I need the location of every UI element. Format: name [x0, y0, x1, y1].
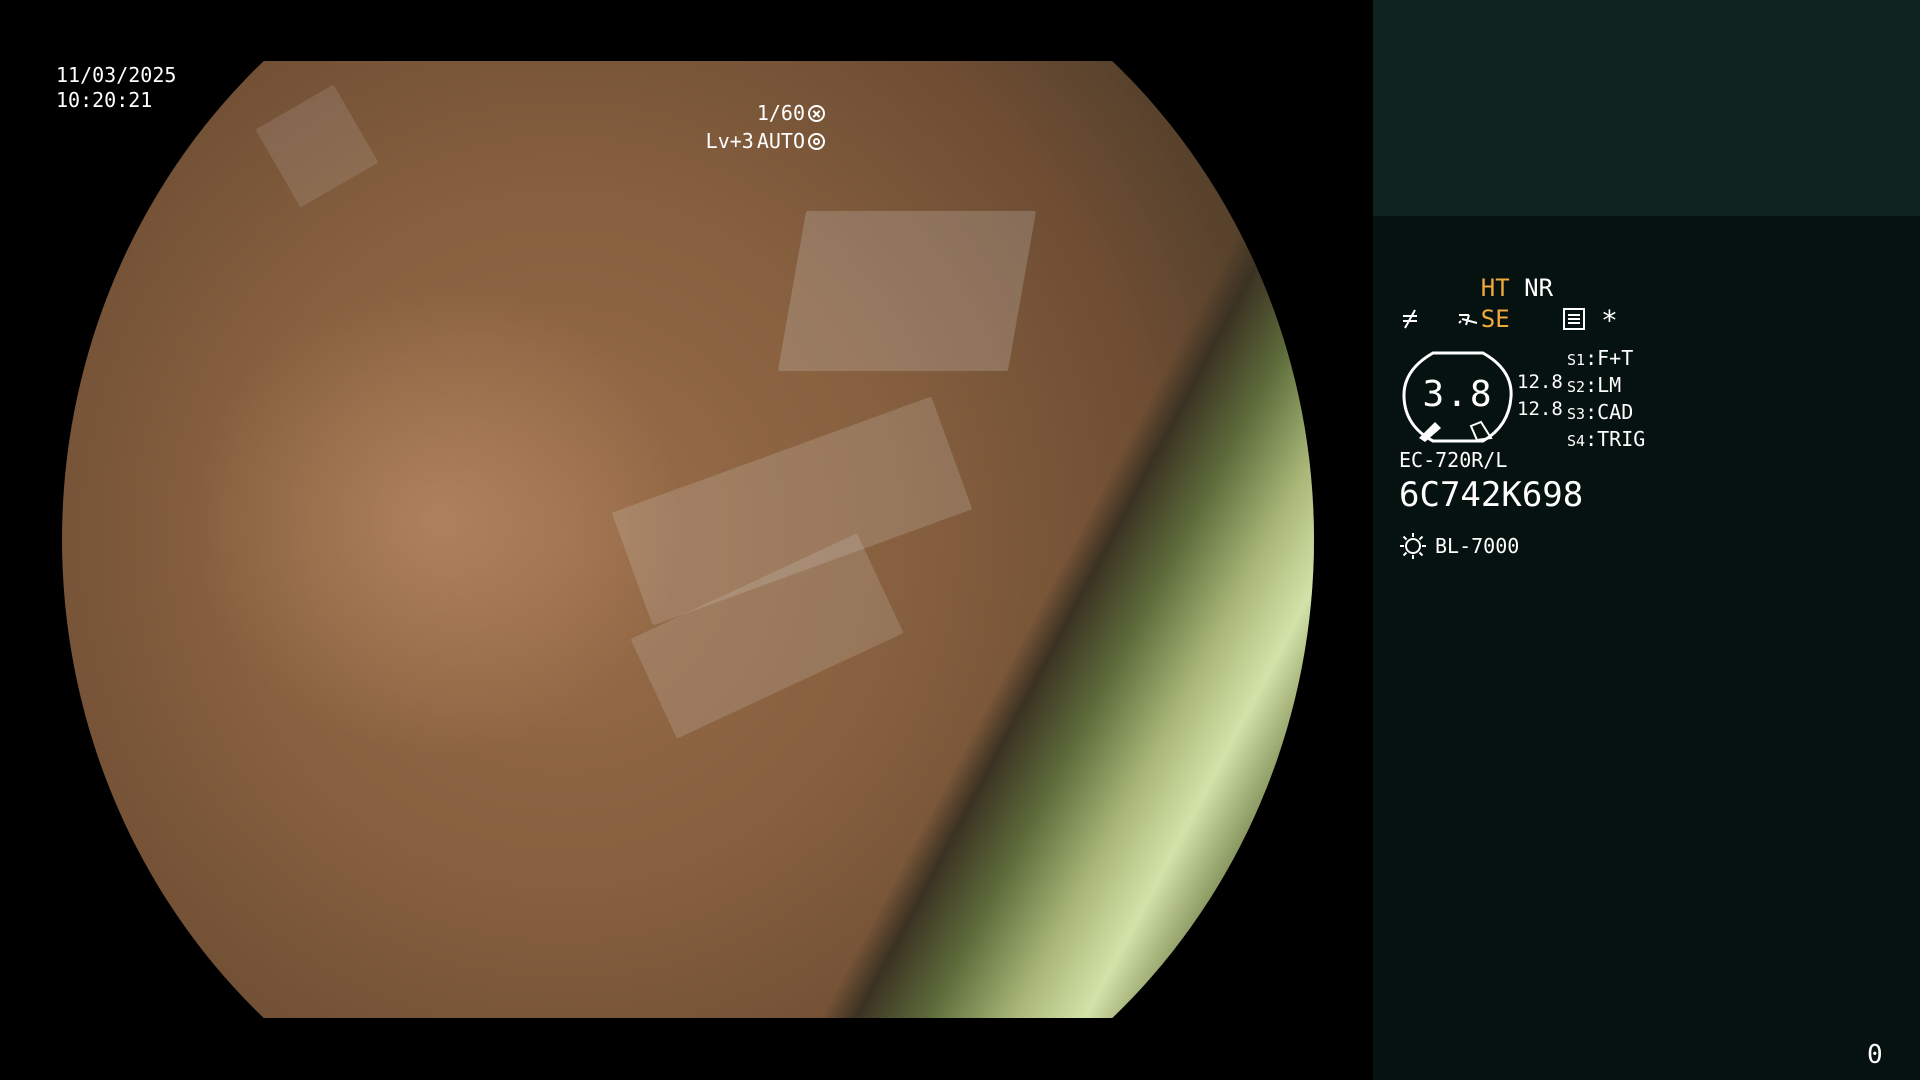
status-panel-header — [1373, 0, 1920, 216]
endoscope-image — [62, 61, 1314, 1018]
scope-serial: 6C742K698 — [1399, 475, 1584, 515]
switch-key: S2 — [1567, 378, 1586, 396]
scope-switch-list: S1:F+T S2:LM S3:CAD S4:TRIG — [1567, 346, 1645, 454]
switch-row: S1:F+T — [1567, 346, 1634, 370]
switch-value: LM — [1597, 373, 1622, 397]
date-text: 11/03/2025 — [56, 63, 177, 87]
exposure-level: Lv+3 — [705, 129, 754, 153]
date-time-display: 11/03/2025 10:20:21 — [56, 63, 176, 113]
time-text: 10:20:21 — [56, 88, 153, 112]
shutter-icon — [808, 104, 825, 122]
light-source-row: BL-7000 — [1399, 532, 1519, 560]
switch-key: S3 — [1567, 405, 1586, 423]
se-label: SE — [1480, 305, 1510, 333]
shutter-speed: 1/60 — [756, 101, 805, 125]
status-panel: HT NR SE * 3.8 12.8 12.8 S1:F+T S2:LM S3… — [1373, 0, 1920, 1080]
star-indicator: * — [1601, 304, 1618, 337]
switch-row: S4:TRIG — [1567, 427, 1646, 451]
switch-value: TRIG — [1597, 427, 1646, 451]
switch-value: CAD — [1597, 400, 1634, 424]
switch-row: S3:CAD — [1567, 400, 1634, 424]
light-source-label: BL-7000 — [1435, 534, 1520, 558]
switch-key: S4 — [1567, 432, 1586, 450]
lens-reading-2: 12.8 — [1517, 398, 1563, 420]
freeze-icon — [1403, 309, 1417, 329]
endoscopic-video-area: 11/03/2025 10:20:21 1/60 Lv+3 AUTO — [0, 0, 1373, 1080]
zoom-indicator: 3.8 — [1399, 350, 1517, 444]
image-counter: 0 — [1867, 1040, 1883, 1070]
iris-icon — [808, 132, 825, 150]
iris-mode: AUTO — [756, 129, 805, 153]
scope-model: EC-720R/L — [1399, 448, 1508, 472]
nr-label: NR — [1524, 274, 1554, 302]
switch-value: F+T — [1597, 346, 1634, 370]
light-source-icon — [1400, 533, 1426, 559]
enhancement-icon — [1458, 314, 1478, 326]
menu-icon — [1563, 308, 1585, 330]
zoom-value: 3.8 — [1422, 374, 1494, 415]
light-reflection — [777, 211, 1037, 371]
switch-row: S2:LM — [1567, 373, 1622, 397]
switch-key: S1 — [1567, 351, 1586, 369]
exposure-info: 1/60 Lv+3 AUTO — [706, 99, 825, 155]
lens-reading-1: 12.8 — [1517, 371, 1563, 393]
